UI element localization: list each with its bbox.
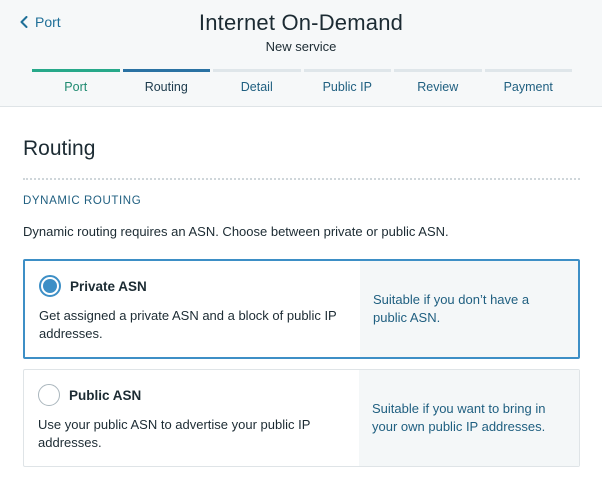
radio-private-asn[interactable] xyxy=(39,275,61,297)
option-hint-text: Suitable if you want to bring in your ow… xyxy=(372,401,546,434)
option-hint: Suitable if you don’t have a public ASN. xyxy=(360,261,578,357)
step-bar xyxy=(303,69,391,72)
option-title: Private ASN xyxy=(70,279,147,294)
section-subheading: DYNAMIC ROUTING xyxy=(23,195,142,207)
step-label: Detail xyxy=(240,80,273,94)
option-description: Use your public ASN to advertise your pu… xyxy=(38,417,311,450)
step-bar xyxy=(213,69,301,72)
option-private-asn[interactable]: Private ASN Get assigned a private ASN a… xyxy=(23,259,580,359)
option-description: Get assigned a private ASN and a block o… xyxy=(39,308,337,341)
step-bar xyxy=(394,69,482,72)
option-public-asn[interactable]: Public ASN Use your public ASN to advert… xyxy=(23,369,580,467)
step-label: Port xyxy=(64,80,88,94)
step-label: Payment xyxy=(503,80,553,94)
step-port[interactable]: Port xyxy=(32,69,120,94)
radio-public-asn[interactable] xyxy=(38,384,60,406)
step-bar xyxy=(484,69,572,72)
step-label: Routing xyxy=(144,80,188,94)
page-subtitle: New service xyxy=(265,39,337,54)
step-review[interactable]: Review xyxy=(394,69,482,94)
step-label: Public IP xyxy=(322,80,372,94)
progress-steps: Port Routing Detail Public IP Review Pay… xyxy=(32,69,572,94)
option-hint: Suitable if you want to bring in your ow… xyxy=(359,370,579,466)
step-detail[interactable]: Detail xyxy=(213,69,301,94)
step-bar xyxy=(32,69,120,72)
step-routing[interactable]: Routing xyxy=(122,69,210,94)
option-title: Public ASN xyxy=(69,388,142,403)
divider xyxy=(23,178,580,180)
option-hint-text: Suitable if you don’t have a public ASN. xyxy=(373,292,530,325)
page-title: Internet On-Demand xyxy=(198,10,404,35)
step-payment[interactable]: Payment xyxy=(484,69,572,94)
section-description: Dynamic routing requires an ASN. Choose … xyxy=(23,224,449,239)
page-header: Port Internet On-Demand New service Port… xyxy=(0,0,602,107)
option-main: Private ASN Get assigned a private ASN a… xyxy=(25,261,360,357)
option-main: Public ASN Use your public ASN to advert… xyxy=(24,370,359,466)
step-label: Review xyxy=(417,80,459,94)
step-public-ip[interactable]: Public IP xyxy=(303,69,391,94)
section-title: Routing xyxy=(23,137,96,160)
step-bar xyxy=(122,69,210,72)
